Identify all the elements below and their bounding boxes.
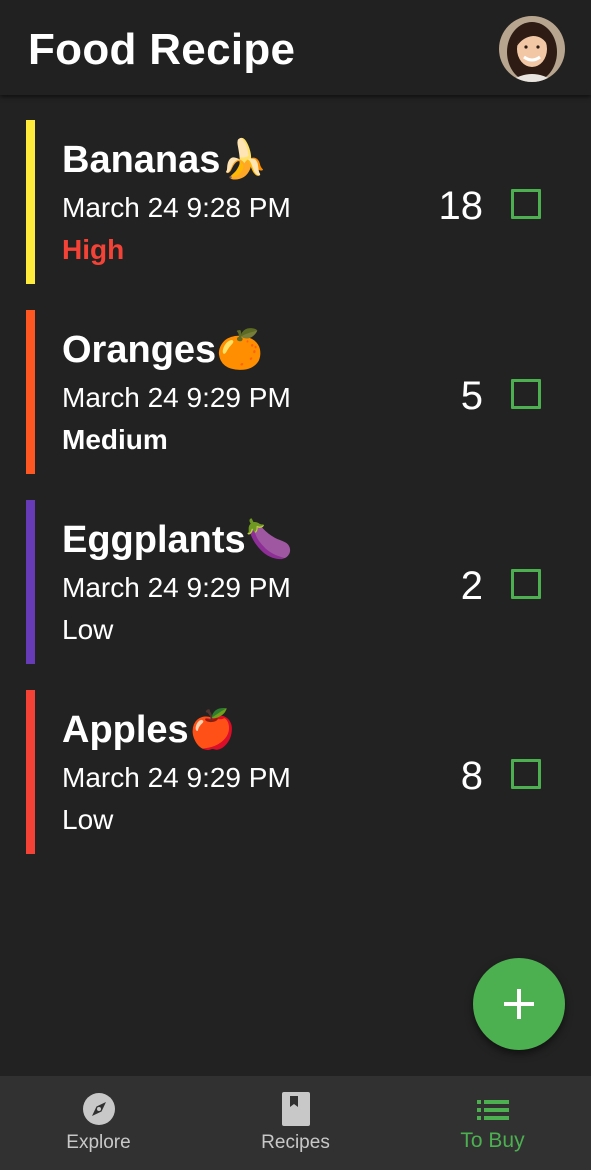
item-checkbox[interactable] — [511, 379, 541, 409]
nav-item-to-buy[interactable]: To Buy — [394, 1076, 591, 1170]
nav-label-explore: Explore — [66, 1132, 131, 1153]
item-checkbox[interactable] — [511, 759, 541, 789]
item-date: March 24 9:29 PM — [62, 382, 291, 413]
add-item-button[interactable] — [473, 958, 565, 1050]
item-quantity: 5 — [460, 374, 483, 418]
item-priority: Medium — [62, 424, 168, 455]
book-icon — [281, 1092, 310, 1126]
item-name: Eggplants🍆 — [62, 519, 294, 561]
item-date: March 24 9:29 PM — [62, 762, 291, 793]
priority-color-bar — [26, 120, 35, 284]
priority-color-bar — [26, 690, 35, 854]
priority-color-bar — [26, 310, 35, 474]
item-name: Apples🍎 — [62, 709, 237, 751]
app-bar: Food Recipe — [0, 0, 591, 95]
orange-icon: 🍊 — [216, 329, 264, 371]
nav-item-recipes[interactable]: Recipes — [197, 1076, 394, 1170]
item-name: Oranges🍊 — [62, 329, 264, 371]
list-item-eggplants[interactable]: Eggplants🍆 March 24 9:29 PM Low 2 — [0, 475, 591, 665]
item-quantity: 2 — [460, 564, 483, 608]
list-item-apples[interactable]: Apples🍎 March 24 9:29 PM Low 8 — [0, 665, 591, 855]
nav-label-recipes: Recipes — [261, 1132, 330, 1153]
item-priority: Low — [62, 614, 114, 645]
item-checkbox[interactable] — [511, 189, 541, 219]
nav-item-explore[interactable]: Explore — [0, 1076, 197, 1170]
eggplant-icon: 🍆 — [245, 519, 294, 561]
list-item-oranges[interactable]: Oranges🍊 March 24 9:29 PM Medium 5 — [0, 285, 591, 475]
item-checkbox[interactable] — [511, 569, 541, 599]
app-screen: Food Recipe Bananas🍌 March 24 9:28 PM Hi… — [0, 0, 591, 1170]
item-name: Bananas🍌 — [62, 139, 268, 181]
nav-label-to-buy: To Buy — [460, 1129, 525, 1152]
priority-color-bar — [26, 500, 35, 664]
app-title: Food Recipe — [28, 25, 296, 74]
item-priority: High — [62, 234, 125, 265]
bottom-navigation: Explore Recipes To Buy — [0, 1076, 591, 1170]
profile-avatar[interactable] — [499, 16, 565, 82]
item-date: March 24 9:29 PM — [62, 572, 291, 603]
list-icon — [476, 1100, 509, 1120]
compass-icon — [82, 1093, 115, 1125]
add-icon — [504, 989, 534, 1019]
banana-icon: 🍌 — [220, 139, 268, 181]
apple-icon: 🍎 — [188, 709, 237, 751]
item-priority: Low — [62, 804, 114, 835]
avatar-image — [499, 16, 565, 82]
list-item-bananas[interactable]: Bananas🍌 March 24 9:28 PM High 18 — [0, 95, 591, 285]
item-date: March 24 9:28 PM — [62, 192, 291, 223]
item-quantity: 18 — [438, 184, 484, 228]
item-quantity: 8 — [460, 754, 483, 798]
